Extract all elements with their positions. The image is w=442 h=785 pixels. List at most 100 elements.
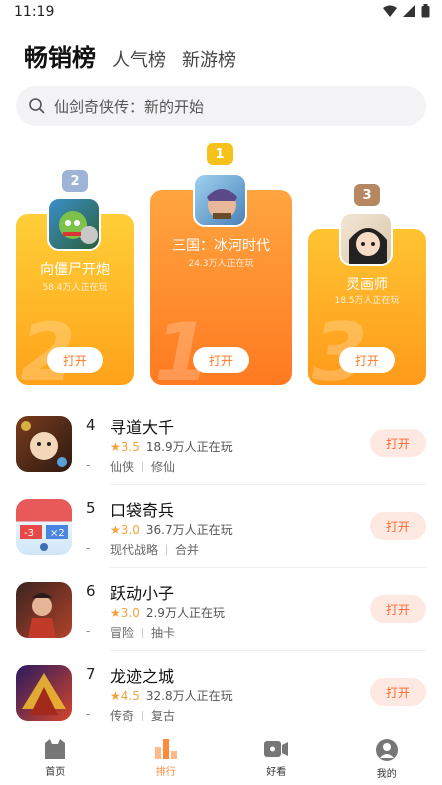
rank-badge-1: 1 <box>207 143 233 165</box>
ranking-tabs: 畅销榜 人气榜 新游榜 <box>24 38 236 73</box>
podium-big-number: 2 <box>20 306 76 385</box>
players-count: 2.9万人正在玩 <box>145 606 225 620</box>
list-rank: 7 <box>86 665 96 683</box>
list-tags: 仙侠 修仙 <box>110 458 175 475</box>
tab-new-games[interactable]: 新游榜 <box>182 46 236 72</box>
rating-score: 4.5 <box>120 688 140 703</box>
tab-popular[interactable]: 人气榜 <box>112 46 166 72</box>
tag-separator <box>142 461 144 472</box>
list-dash: - <box>86 458 91 472</box>
tab-bestseller[interactable]: 畅销榜 <box>24 38 96 73</box>
game-icon-xundao[interactable] <box>16 416 72 472</box>
list-dash: - <box>86 541 91 555</box>
star-icon: ★3.0 <box>110 605 140 620</box>
list-rating: ★4.5 32.8万人正在玩 <box>110 687 233 704</box>
star-icon: ★3.0 <box>110 522 140 537</box>
list-tags: 现代战略 合并 <box>110 541 199 558</box>
tag: 现代战略 <box>110 543 159 557</box>
podium-big-number: 3 <box>312 306 368 385</box>
tag: 传奇 <box>110 709 135 723</box>
rating-score: 3.0 <box>120 522 140 537</box>
divider <box>110 650 426 651</box>
rank-badge-2: 2 <box>62 170 88 192</box>
list-tags: 传奇 复古 <box>110 707 175 724</box>
list-rating: ★3.0 36.7万人正在玩 <box>110 521 233 538</box>
open-button[interactable]: 打开 <box>370 512 426 540</box>
rating-score: 3.0 <box>120 605 140 620</box>
open-button[interactable]: 打开 <box>370 429 426 457</box>
list-item[interactable]: 7 龙迹之城 ★4.5 32.8万人正在玩 - 传奇 复古 打开 <box>0 653 442 737</box>
star-icon: ★3.5 <box>110 439 140 454</box>
home-icon <box>45 739 66 759</box>
list-title: 跃动小子 <box>110 584 175 603</box>
game-icon-longji[interactable] <box>16 665 72 721</box>
list-rank: 5 <box>86 499 96 517</box>
list-rank: 6 <box>86 582 96 600</box>
list-dash: - <box>86 624 91 638</box>
nav-home[interactable]: 首页 <box>15 735 95 785</box>
rank-badge-3: 3 <box>354 184 380 206</box>
podium-players: 24.3万人正在玩 <box>188 259 254 269</box>
tag: 复古 <box>151 709 176 723</box>
status-icons <box>383 4 430 18</box>
video-icon <box>264 741 289 757</box>
players-count: 32.8万人正在玩 <box>145 689 233 703</box>
star-icon: ★4.5 <box>110 688 140 703</box>
tag-separator <box>142 710 144 721</box>
game-icon-xiangjiangshi[interactable] <box>47 197 101 251</box>
profile-icon <box>375 739 398 761</box>
game-icon-sanguo[interactable] <box>193 173 247 227</box>
wifi-icon <box>383 5 397 17</box>
svg-text:-3: -3 <box>24 528 34 539</box>
list-item[interactable]: 4 寻道大千 ★3.5 18.9万人正在玩 - 仙侠 修仙 打开 <box>0 404 442 488</box>
open-button[interactable]: 打开 <box>370 678 426 706</box>
nav-profile[interactable]: 我的 <box>347 735 427 785</box>
nav-label: 好看 <box>266 767 287 778</box>
open-button[interactable]: 打开 <box>370 595 426 623</box>
ranking-icon <box>154 739 177 759</box>
divider <box>110 567 426 568</box>
search-bar[interactable]: 仙剑奇侠传：新的开始 <box>16 86 426 126</box>
list-title: 口袋奇兵 <box>110 501 175 520</box>
nav-label: 首页 <box>45 767 66 778</box>
podium-players: 18.5万人正在玩 <box>334 296 400 306</box>
game-icon-koudai[interactable]: -3 ×2 <box>16 499 72 555</box>
list-item[interactable]: 6 跃动小子 ★3.0 2.9万人正在玩 - 冒险 抽卡 打开 <box>0 570 442 654</box>
tag: 仙侠 <box>110 460 135 474</box>
podium-players: 58.4万人正在玩 <box>42 283 108 293</box>
list-title: 龙迹之城 <box>110 667 175 686</box>
status-time: 11:19 <box>14 4 55 20</box>
open-button[interactable]: 打开 <box>339 347 395 373</box>
players-count: 18.9万人正在玩 <box>145 440 233 454</box>
open-button[interactable]: 打开 <box>47 347 103 373</box>
game-icon-linghuashi[interactable] <box>339 212 393 266</box>
nav-label: 排行 <box>155 767 176 778</box>
list-item[interactable]: -3 ×2 5 口袋奇兵 ★3.0 36.7万人正在玩 - 现代战略 合并 打开 <box>0 487 442 571</box>
rating-score: 3.5 <box>120 439 140 454</box>
game-icon-yuedong[interactable] <box>16 582 72 638</box>
nav-ranking[interactable]: 排行 <box>126 735 206 785</box>
podium-big-number: 1 <box>154 306 210 385</box>
list-tags: 冒险 抽卡 <box>110 624 175 641</box>
divider <box>110 484 426 485</box>
tag: 抽卡 <box>151 626 176 640</box>
status-bar: 11:19 <box>0 0 442 24</box>
nav-label: 我的 <box>376 769 397 780</box>
list-dash: - <box>86 707 91 721</box>
nav-watch[interactable]: 好看 <box>236 735 316 785</box>
list-rating: ★3.0 2.9万人正在玩 <box>110 604 225 621</box>
list-rating: ★3.5 18.9万人正在玩 <box>110 438 233 455</box>
tag: 冒险 <box>110 626 135 640</box>
tag: 修仙 <box>151 460 176 474</box>
bottom-nav: 首页 排行 好看 我的 <box>0 735 442 785</box>
tag-separator <box>142 627 144 638</box>
battery-icon <box>421 4 430 18</box>
list-rank: 4 <box>86 416 96 434</box>
search-icon <box>29 98 45 114</box>
signal-icon <box>403 5 415 17</box>
open-button[interactable]: 打开 <box>193 347 249 373</box>
podium-game-name: 向僵尸开炮 <box>40 262 110 278</box>
podium-game-name: 三国：冰河时代 <box>172 238 270 254</box>
players-count: 36.7万人正在玩 <box>145 523 233 537</box>
svg-text:×2: ×2 <box>50 528 65 539</box>
